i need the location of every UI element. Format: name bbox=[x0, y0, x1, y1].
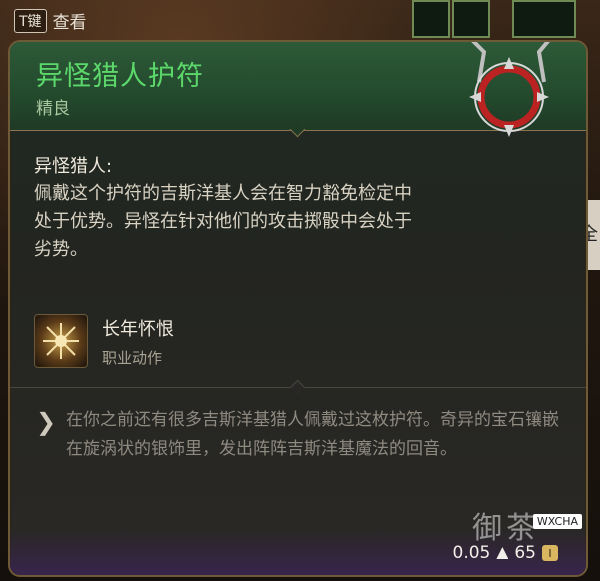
action-type: 职业动作 bbox=[102, 348, 163, 367]
amulet-icon bbox=[469, 42, 550, 137]
item-tooltip: 异怪猎人护符 精良 异怪猎人: 佩戴这个护符的吉斯洋基人会在智力豁免检定中处于优… bbox=[8, 40, 588, 577]
granted-action[interactable]: 长年怀恨 职业动作 bbox=[34, 314, 174, 368]
hotbar-slot[interactable] bbox=[452, 0, 490, 38]
item-name: 异怪猎人护符 bbox=[36, 61, 204, 92]
item-rarity: 精良 bbox=[36, 99, 70, 119]
weight-icon bbox=[496, 547, 509, 559]
watermark-tag: WXCHA bbox=[532, 514, 582, 529]
action-texts: 长年怀恨 职业动作 bbox=[102, 315, 174, 368]
gold-coin-icon: I bbox=[542, 545, 558, 561]
key-hint-badge: T键 bbox=[14, 8, 47, 33]
hotbar-slot[interactable] bbox=[412, 0, 450, 38]
flavor-text: 在你之前还有很多吉斯洋基猎人佩戴过这枚护符。奇异的宝石镶嵌在旋涡状的银饰里，发出… bbox=[66, 410, 559, 459]
action-name: 长年怀恨 bbox=[102, 318, 174, 340]
hotbar-slot-portrait[interactable] bbox=[512, 0, 576, 38]
watermark-text: 御茶 bbox=[472, 511, 540, 546]
quote-icon: ❯ bbox=[36, 408, 57, 436]
inspect-label: 查看 bbox=[52, 13, 87, 33]
crossed-blades-icon bbox=[34, 314, 88, 368]
inspect-hint: T键 查看 bbox=[14, 8, 87, 33]
ability-description: 佩戴这个护符的吉斯洋基人会在智力豁免检定中处于优势。异怪在针对他们的攻击掷骰中会… bbox=[34, 183, 412, 260]
flavor-divider-notch bbox=[289, 379, 306, 396]
ability-title: 异怪猎人: bbox=[34, 156, 113, 177]
